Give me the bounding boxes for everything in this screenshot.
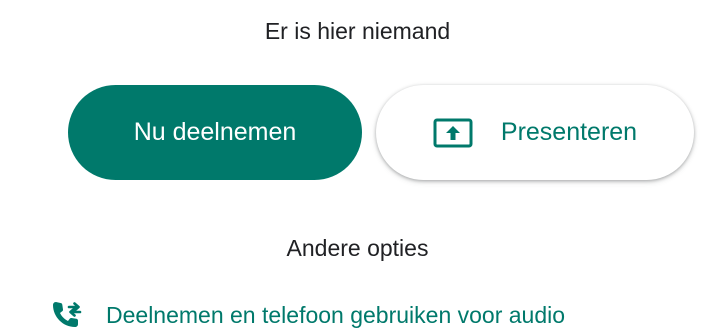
other-options-title: Andere opties (286, 235, 429, 261)
join-with-phone-audio-label: Deelnemen en telefoon gebruiken voor aud… (106, 301, 566, 328)
phone-forwarded-icon (50, 300, 84, 330)
present-label: Presenteren (500, 118, 638, 146)
join-now-label: Nu deelnemen (133, 118, 297, 146)
present-button[interactable]: Presenteren (376, 85, 694, 180)
present-to-all-icon (433, 118, 473, 148)
status-text: Er is hier niemand (264, 18, 451, 44)
join-now-button[interactable]: Nu deelnemen (68, 85, 362, 180)
join-with-phone-audio-link[interactable]: Deelnemen en telefoon gebruiken voor aud… (50, 297, 565, 333)
